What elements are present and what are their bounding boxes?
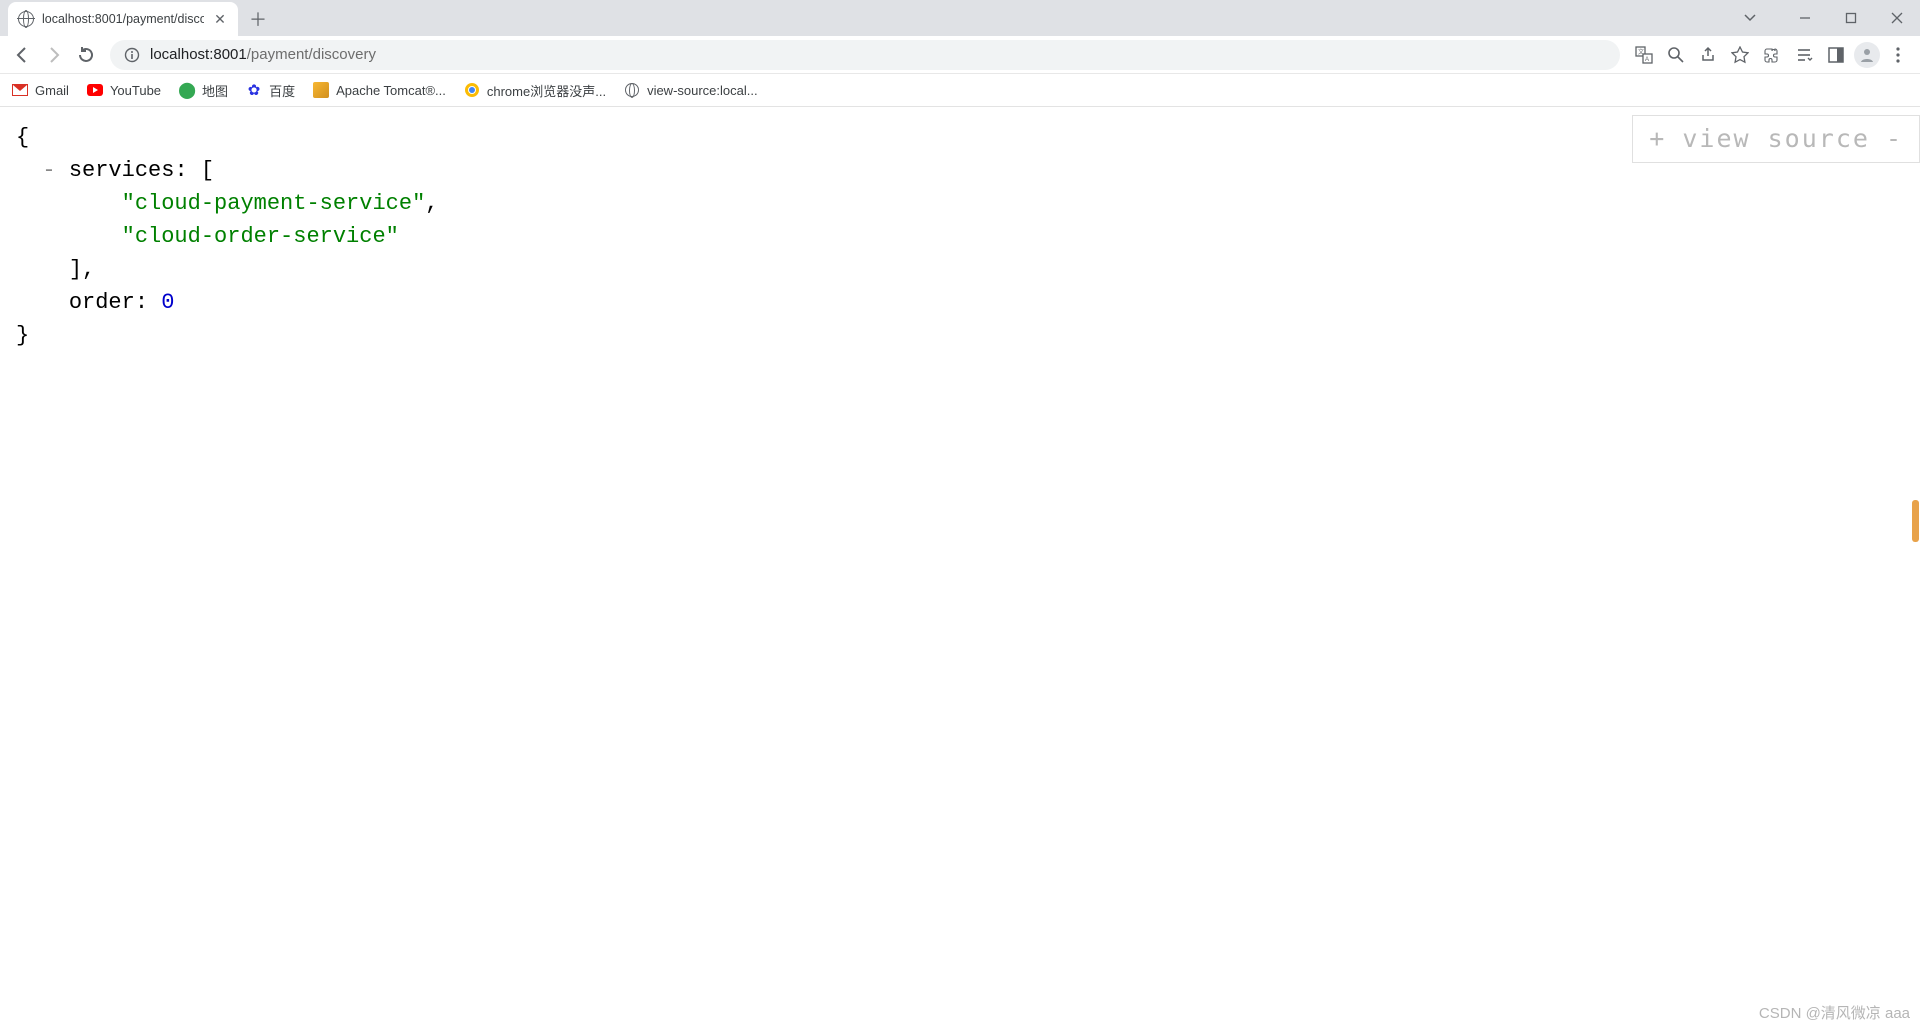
- share-icon[interactable]: [1694, 41, 1722, 69]
- extensions-icon[interactable]: [1758, 41, 1786, 69]
- bookmark-star-icon[interactable]: [1726, 41, 1754, 69]
- maximize-button[interactable]: [1828, 0, 1874, 36]
- json-string: "cloud-order-service": [122, 224, 399, 249]
- side-panel-icon[interactable]: [1822, 41, 1850, 69]
- bookmarks-bar: Gmail YouTube ⬤地图 ✿百度 Apache Tomcat®... …: [0, 74, 1920, 107]
- bookmark-maps[interactable]: ⬤ 地图: [179, 81, 228, 100]
- browser-toolbar: localhost:8001/payment/discovery 文A: [0, 36, 1920, 74]
- svg-text:文: 文: [1638, 48, 1644, 56]
- globe-icon: [18, 11, 34, 27]
- profile-avatar-icon[interactable]: [1854, 42, 1880, 68]
- tab-strip: localhost:8001/payment/disco ✕ ＋: [0, 0, 1920, 36]
- json-array-item: "cloud-payment-service",: [16, 187, 1904, 220]
- window-controls: [1782, 0, 1920, 36]
- bookmark-label: Apache Tomcat®...: [336, 83, 446, 98]
- bookmark-youtube[interactable]: YouTube: [87, 82, 161, 98]
- json-services-line: - services: [: [16, 154, 1904, 187]
- menu-icon[interactable]: [1884, 41, 1912, 69]
- address-bar[interactable]: localhost:8001/payment/discovery: [110, 40, 1620, 70]
- forward-button[interactable]: [40, 41, 68, 69]
- json-array-item: "cloud-order-service": [16, 220, 1904, 253]
- collapse-toggle-icon[interactable]: -: [42, 158, 55, 183]
- bookmark-label: YouTube: [110, 83, 161, 98]
- bookmark-viewsource[interactable]: view-source:local...: [624, 82, 758, 98]
- bookmark-gmail[interactable]: Gmail: [12, 82, 69, 98]
- reading-list-icon[interactable]: [1790, 41, 1818, 69]
- expand-all-icon[interactable]: +: [1649, 120, 1666, 158]
- svg-text:A: A: [1645, 57, 1649, 63]
- url-text: localhost:8001/payment/discovery: [150, 46, 1606, 63]
- page-content: + view source - { - services: [ "cloud-p…: [0, 107, 1920, 366]
- json-key: order: [69, 290, 135, 315]
- bookmark-label: 地图: [202, 81, 228, 100]
- json-key: services: [69, 158, 175, 183]
- close-window-button[interactable]: [1874, 0, 1920, 36]
- tomcat-icon: [313, 82, 329, 98]
- json-brace-open: {: [16, 121, 1904, 154]
- json-order-line: order: 0: [16, 286, 1904, 319]
- view-source-label: view source: [1682, 120, 1870, 158]
- bookmark-tomcat[interactable]: Apache Tomcat®...: [313, 82, 446, 98]
- json-number: 0: [161, 290, 174, 315]
- bookmark-baidu[interactable]: ✿ 百度: [246, 81, 295, 100]
- json-brace-close: }: [16, 319, 1904, 352]
- view-source-button[interactable]: + view source -: [1632, 115, 1920, 163]
- new-tab-button[interactable]: ＋: [244, 5, 272, 33]
- browser-tab[interactable]: localhost:8001/payment/disco ✕: [8, 2, 238, 36]
- json-array-close: ],: [16, 253, 1904, 286]
- site-info-icon[interactable]: [124, 47, 140, 63]
- scroll-handle[interactable]: [1912, 500, 1919, 542]
- bookmark-label: view-source:local...: [647, 83, 758, 98]
- collapse-all-icon[interactable]: -: [1886, 120, 1903, 158]
- bookmark-label: chrome浏览器没声...: [487, 81, 606, 100]
- translate-icon[interactable]: 文A: [1630, 41, 1658, 69]
- minimize-button[interactable]: [1782, 0, 1828, 36]
- map-pin-icon: ⬤: [179, 82, 195, 98]
- tabs-dropdown-icon[interactable]: [1730, 0, 1770, 36]
- globe-icon: [624, 82, 640, 98]
- reload-button[interactable]: [72, 41, 100, 69]
- json-string: "cloud-payment-service": [122, 191, 426, 216]
- baidu-icon: ✿: [246, 82, 262, 98]
- youtube-icon: [87, 82, 103, 98]
- watermark: CSDN @清风微凉 aaa: [1759, 1002, 1910, 1023]
- bookmark-label: Gmail: [35, 83, 69, 98]
- chrome-icon: [464, 82, 480, 98]
- back-button[interactable]: [8, 41, 36, 69]
- bookmark-label: 百度: [269, 81, 295, 100]
- tab-title: localhost:8001/payment/disco: [42, 12, 204, 26]
- zoom-icon[interactable]: [1662, 41, 1690, 69]
- close-tab-icon[interactable]: ✕: [212, 11, 228, 27]
- gmail-icon: [12, 82, 28, 98]
- bookmark-chrome-sound[interactable]: chrome浏览器没声...: [464, 81, 606, 100]
